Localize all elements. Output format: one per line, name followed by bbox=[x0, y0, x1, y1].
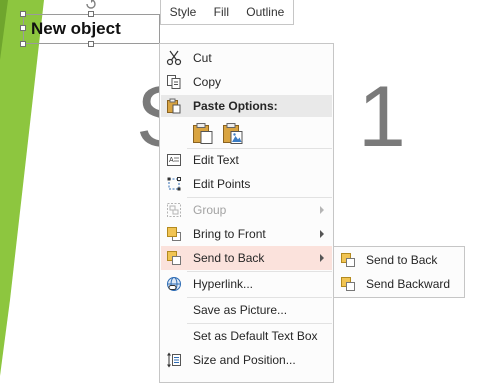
edit-points-icon bbox=[167, 177, 181, 191]
menu-item-label: Group bbox=[193, 203, 227, 217]
slide-title-right-text: 1 bbox=[358, 69, 408, 165]
menu-item-label: Edit Points bbox=[193, 177, 251, 191]
submenu-arrow-icon bbox=[320, 254, 324, 262]
resize-handle-top-left[interactable] bbox=[20, 11, 26, 17]
send-to-back-icon bbox=[341, 253, 355, 267]
menu-item-label: Hyperlink... bbox=[193, 277, 254, 291]
edit-text-icon: A bbox=[167, 154, 181, 166]
menu-item-save-as-picture[interactable]: Save as Picture... bbox=[161, 298, 332, 322]
resize-handle-bottom-left[interactable] bbox=[20, 41, 26, 47]
menu-item-group[interactable]: Group bbox=[161, 198, 332, 222]
rotate-handle-icon[interactable] bbox=[84, 0, 98, 12]
menu-item-label: Bring to Front bbox=[193, 227, 266, 241]
menu-item-label: Set as Default Text Box bbox=[193, 329, 318, 343]
submenu-item-label: Send Backward bbox=[366, 277, 451, 291]
paste-options-header: Paste Options: bbox=[161, 95, 332, 117]
resize-handle-middle-left[interactable] bbox=[20, 25, 26, 31]
style-button[interactable]: Style bbox=[168, 5, 199, 19]
paste-keep-formatting-icon[interactable] bbox=[191, 121, 215, 145]
submenu-arrow-icon bbox=[320, 206, 324, 214]
menu-item-label: Edit Text bbox=[193, 153, 239, 167]
mini-toolbar: Style Fill Outline bbox=[160, 0, 294, 25]
menu-item-send-to-back[interactable]: Send to Back bbox=[161, 246, 332, 270]
size-position-icon bbox=[167, 352, 181, 368]
send-to-back-icon bbox=[167, 251, 181, 265]
menu-item-set-default-text-box[interactable]: Set as Default Text Box bbox=[161, 324, 332, 348]
selected-text-box[interactable]: New object bbox=[23, 14, 160, 44]
paste-icon bbox=[167, 98, 181, 114]
paste-picture-icon[interactable] bbox=[221, 121, 245, 145]
text-box-content: New object bbox=[31, 19, 121, 38]
svg-text:A: A bbox=[169, 157, 174, 164]
context-menu: Cut Copy Paste Options: A Edit Text Edit… bbox=[159, 43, 334, 383]
send-backward-icon bbox=[341, 277, 355, 291]
fill-button[interactable]: Fill bbox=[212, 5, 231, 19]
menu-item-label: Size and Position... bbox=[193, 353, 296, 367]
hyperlink-icon bbox=[167, 277, 181, 291]
submenu-item-label: Send to Back bbox=[366, 253, 438, 267]
group-icon bbox=[167, 203, 181, 217]
menu-item-cut[interactable]: Cut bbox=[161, 46, 332, 70]
menu-item-label: Save as Picture... bbox=[193, 303, 288, 317]
menu-item-copy[interactable]: Copy bbox=[161, 70, 332, 94]
menu-item-edit-points[interactable]: Edit Points bbox=[161, 172, 332, 196]
outline-button[interactable]: Outline bbox=[244, 5, 286, 19]
menu-item-label: Cut bbox=[193, 51, 212, 65]
submenu-arrow-icon bbox=[320, 230, 324, 238]
bring-to-front-icon bbox=[167, 227, 181, 241]
cut-icon bbox=[166, 50, 182, 66]
submenu-item-send-to-back[interactable]: Send to Back bbox=[335, 248, 463, 272]
menu-item-edit-text[interactable]: A Edit Text bbox=[161, 148, 332, 172]
resize-handle-bottom-center[interactable] bbox=[88, 41, 94, 47]
send-to-back-submenu: Send to Back Send Backward bbox=[333, 246, 465, 298]
menu-item-hyperlink[interactable]: Hyperlink... bbox=[161, 272, 332, 296]
submenu-item-send-backward[interactable]: Send Backward bbox=[335, 272, 463, 296]
menu-item-size-and-position[interactable]: Size and Position... bbox=[161, 348, 332, 372]
menu-item-label: Copy bbox=[193, 75, 222, 89]
menu-item-label: Send to Back bbox=[193, 251, 265, 265]
paste-options-label: Paste Options: bbox=[193, 99, 278, 113]
paste-options-row bbox=[161, 117, 332, 147]
menu-item-bring-to-front[interactable]: Bring to Front bbox=[161, 222, 332, 246]
copy-icon bbox=[167, 75, 181, 89]
slide-green-accent-shape bbox=[0, 0, 44, 376]
